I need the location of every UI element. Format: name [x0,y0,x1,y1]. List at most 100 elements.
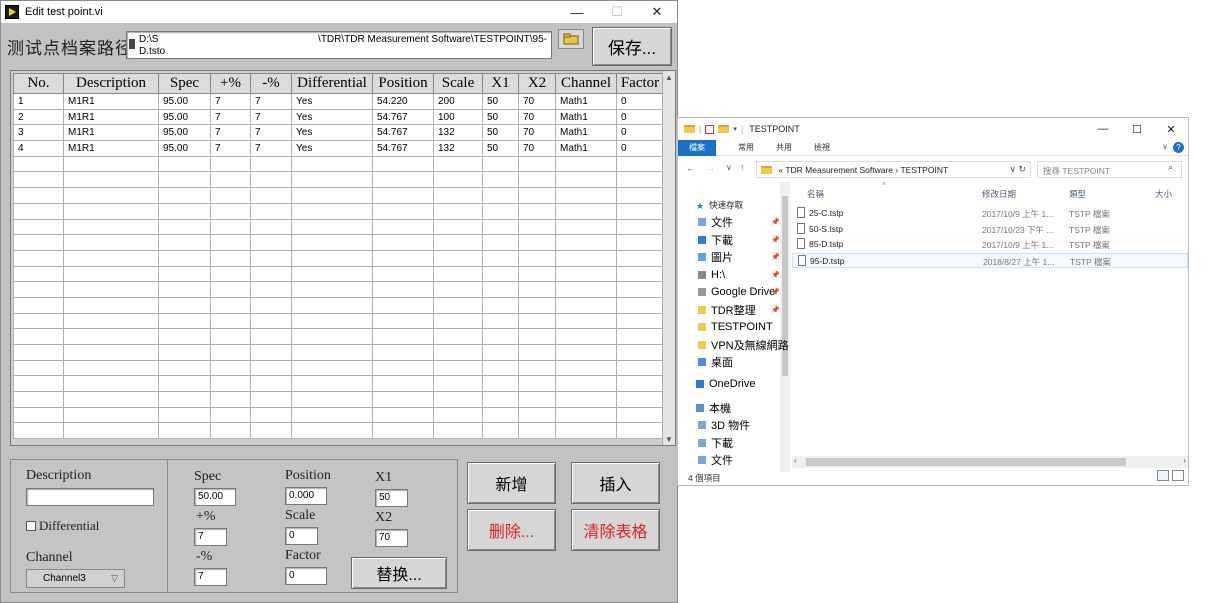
table-cell[interactable] [158,265,211,283]
table-cell[interactable] [372,359,434,377]
table-row[interactable] [13,234,664,251]
path-input[interactable]: D:\S \TDR\TDR Measurement Software\TESTP… [126,31,552,59]
table-cell[interactable] [210,155,251,173]
table-cell[interactable] [158,202,211,220]
table-cell[interactable]: Math1 [555,93,617,110]
table-row[interactable]: 4 M1R1 95.00 7 7 Yes 54.767 132 50 70 Math1 0 [13,140,664,157]
table-cell[interactable] [372,234,434,251]
table-cell[interactable]: 200 [433,93,483,110]
table-cell[interactable] [482,375,519,393]
table-cell[interactable] [158,422,211,440]
table-cell[interactable] [63,265,159,283]
table-row[interactable] [13,281,664,298]
table-row[interactable] [13,171,664,189]
table-cell[interactable]: 7 [250,108,292,126]
table-row[interactable]: 3 M1R1 95.00 7 7 Yes 54.767 132 50 70 Math1 0 [13,124,664,142]
table-cell[interactable] [250,187,292,204]
table-row[interactable] [13,265,664,283]
insert-button[interactable]: 插入 [571,462,660,504]
table-cell[interactable]: Yes [291,108,373,126]
help-icon[interactable]: ? [1173,142,1184,153]
nav-item[interactable]: 下載 [698,436,733,450]
table-cell[interactable] [555,328,617,345]
table-cell[interactable]: M1R1 [63,93,159,110]
table-cell[interactable] [291,375,373,393]
table-cell[interactable] [291,171,373,189]
nav-item[interactable]: 文件 [698,453,733,467]
table-cell[interactable] [555,281,617,298]
table-cell[interactable] [482,391,519,408]
table-cell[interactable] [555,344,617,361]
table-cell[interactable] [210,187,251,204]
table-cell[interactable] [158,171,211,189]
table-cell[interactable] [433,202,483,220]
table-cell[interactable] [518,328,556,345]
table-cell[interactable] [13,171,64,189]
table-cell[interactable] [555,155,617,173]
table-cell[interactable]: 7 [210,140,251,157]
table-cell[interactable] [13,155,64,173]
table-cell[interactable] [555,375,617,393]
checkbox-icon[interactable] [705,124,715,134]
table-cell[interactable] [13,265,64,283]
table-cell[interactable] [518,312,556,330]
table-cell[interactable] [555,391,617,408]
table-cell[interactable] [372,296,434,314]
table-cell[interactable] [372,281,434,298]
table-cell[interactable] [372,391,434,408]
table-cell[interactable] [291,344,373,361]
table-cell[interactable] [482,249,519,267]
table-cell[interactable] [518,422,556,440]
scroll-up-icon[interactable]: ▲ [663,71,675,83]
table-cell[interactable] [250,359,292,377]
save-button[interactable]: 保存... [592,27,672,66]
table-cell[interactable] [63,202,159,220]
table-cell[interactable] [13,344,64,361]
nav-item[interactable]: 文件 📌 [698,215,780,229]
table-cell[interactable] [482,171,519,189]
table-cell[interactable]: 7 [210,93,251,110]
table-cell[interactable] [250,296,292,314]
table-cell[interactable] [158,281,211,298]
table-cell[interactable] [616,375,664,393]
browse-folder-button[interactable] [558,29,584,49]
table-cell[interactable] [250,312,292,330]
table-cell[interactable] [13,281,64,298]
table-cell[interactable] [250,422,292,440]
minimize-icon[interactable]: — [1086,118,1120,140]
table-cell[interactable] [616,155,664,173]
table-cell[interactable] [291,281,373,298]
pin-icon[interactable]: 📌 [771,218,780,226]
channel-select[interactable]: Channel3 ▽ [26,569,125,588]
table-cell[interactable] [63,422,159,440]
scroll-down-icon[interactable]: ▼ [663,433,675,445]
table-cell[interactable] [433,312,483,330]
table-cell[interactable]: M1R1 [63,124,159,142]
table-row[interactable] [13,155,664,173]
ribbon-tab-file[interactable]: 檔案 [678,139,716,156]
replace-button[interactable]: 替换... [351,557,447,589]
address-bar[interactable]: « TDR Measurement Software › TESTPOINT ∨… [756,161,1031,178]
dropdown-icon[interactable]: ▾ [733,125,737,133]
spec-input[interactable]: 50.00 [194,488,236,506]
table-cell[interactable] [158,391,211,408]
x1-input[interactable]: 50 [375,489,408,507]
table-cell[interactable] [158,155,211,173]
table-cell[interactable]: 54.220 [372,93,434,110]
close-icon[interactable]: ✕ [637,1,677,23]
table-cell[interactable] [433,406,483,424]
table-cell[interactable] [616,391,664,408]
file-row[interactable]: 85-D.tstp 2017/10/9 上午 1... TSTP 檔案 [792,237,1188,252]
table-cell[interactable]: 70 [518,108,556,126]
table-cell[interactable]: Math1 [555,140,617,157]
table-cell[interactable] [13,406,64,424]
table-cell[interactable] [158,296,211,314]
table-cell[interactable] [158,328,211,345]
x2-input[interactable]: 70 [375,529,408,547]
table-cell[interactable] [291,249,373,267]
pin-icon[interactable]: 📌 [771,271,780,279]
table-cell[interactable] [616,312,664,330]
close-icon[interactable]: ✕ [1154,118,1188,140]
table-row[interactable]: 2 M1R1 95.00 7 7 Yes 54.767 100 50 70 Math1 0 [13,108,664,126]
table-cell[interactable] [63,406,159,424]
